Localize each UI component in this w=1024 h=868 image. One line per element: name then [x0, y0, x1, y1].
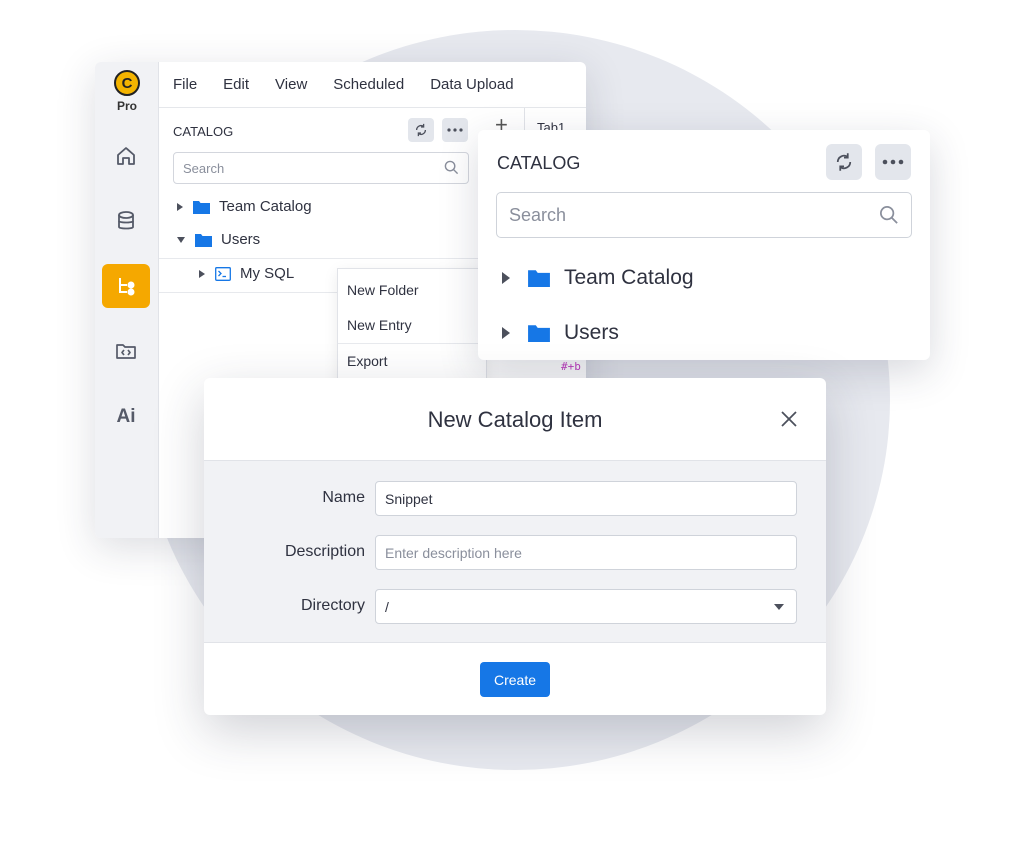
tree-divider: [159, 258, 481, 259]
card-refresh-button[interactable]: [826, 144, 862, 180]
search-icon: [880, 206, 898, 224]
search-icon: [444, 160, 459, 175]
chevron-down-icon: [774, 604, 784, 610]
card-more-options-button[interactable]: [875, 144, 911, 180]
code-fragment: #+b: [561, 360, 581, 373]
catalog-card-title: CATALOG: [497, 153, 581, 173]
catalog-panel-title: CATALOG: [173, 124, 234, 139]
caret-down-icon[interactable]: [177, 236, 185, 243]
name-label: Name: [322, 489, 365, 506]
terminal-icon: [215, 266, 231, 281]
folder-icon: [528, 270, 550, 287]
search-placeholder: Search: [509, 204, 567, 225]
create-button[interactable]: Create: [480, 662, 550, 697]
tree-item-team-catalog[interactable]: Team Catalog: [177, 198, 312, 215]
more-icon: [447, 128, 463, 132]
description-label: Description: [284, 543, 365, 560]
ctx-new-entry[interactable]: New Entry: [347, 317, 412, 333]
ctx-separator: [338, 343, 486, 344]
database-icon: [118, 211, 134, 230]
catalog-tree-icon: [119, 278, 135, 296]
menu-view[interactable]: View: [275, 76, 307, 93]
modal-title: New Catalog Item: [427, 407, 603, 432]
more-options-button[interactable]: [442, 118, 468, 142]
tree-item-my-sql[interactable]: My SQL: [199, 265, 294, 282]
card-item-label: Users: [564, 321, 619, 344]
catalog-card: CATALOG Search Team Catalog Users: [478, 130, 930, 360]
menu-edit[interactable]: Edit: [223, 76, 249, 93]
rail-database-button[interactable]: [102, 199, 150, 243]
rail-code-folder-button[interactable]: [102, 329, 150, 373]
directory-value: /: [385, 598, 389, 615]
catalog-search-input[interactable]: Search: [173, 152, 469, 184]
folder-icon: [528, 325, 550, 342]
card-search-input[interactable]: Search: [496, 192, 912, 238]
directory-label: Directory: [300, 597, 365, 614]
menu-data-upload[interactable]: Data Upload: [430, 76, 513, 93]
caret-right-icon[interactable]: [502, 272, 510, 284]
tree-item-label: Team Catalog: [219, 198, 312, 215]
card-item-team-catalog[interactable]: Team Catalog: [502, 266, 694, 290]
rail-catalog-button[interactable]: [102, 264, 150, 308]
caret-right-icon[interactable]: [199, 269, 205, 278]
directory-select[interactable]: /: [375, 589, 797, 624]
close-icon[interactable]: [778, 408, 800, 430]
nav-rail: C Pro Ai: [95, 62, 159, 538]
tree-item-users[interactable]: Users: [177, 231, 260, 248]
folder-icon: [195, 233, 212, 247]
code-folder-icon: [116, 344, 136, 359]
ctx-new-folder[interactable]: New Folder: [347, 282, 419, 298]
card-item-label: Team Catalog: [564, 266, 694, 289]
tree-item-label: My SQL: [240, 265, 295, 282]
name-input[interactable]: Snippet: [375, 481, 797, 516]
home-icon: [117, 147, 135, 165]
tree-item-label: Users: [221, 231, 261, 248]
new-catalog-item-modal: New Catalog Item Name Snippet Descriptio…: [204, 378, 826, 715]
folder-icon: [193, 200, 210, 214]
description-input[interactable]: Enter description here: [375, 535, 797, 570]
app-logo: C: [114, 70, 140, 96]
modal-form: Name Snippet Description Enter descripti…: [204, 460, 826, 643]
menubar: File Edit View Scheduled Data Upload: [159, 62, 586, 108]
menu-file[interactable]: File: [173, 76, 197, 93]
card-item-users[interactable]: Users: [502, 321, 619, 345]
menu-scheduled[interactable]: Scheduled: [333, 76, 404, 93]
refresh-icon: [836, 153, 852, 171]
caret-right-icon[interactable]: [502, 327, 510, 339]
ctx-export[interactable]: Export: [347, 353, 387, 369]
refresh-button[interactable]: [408, 118, 434, 142]
rail-ai-button[interactable]: Ai: [102, 395, 150, 439]
refresh-icon: [415, 123, 427, 137]
more-icon: [882, 159, 904, 165]
app-tier-label: Pro: [116, 99, 137, 113]
search-placeholder: Search: [183, 160, 225, 176]
ai-label: Ai: [116, 406, 136, 427]
rail-home-button[interactable]: [102, 134, 150, 178]
caret-right-icon[interactable]: [177, 202, 183, 211]
